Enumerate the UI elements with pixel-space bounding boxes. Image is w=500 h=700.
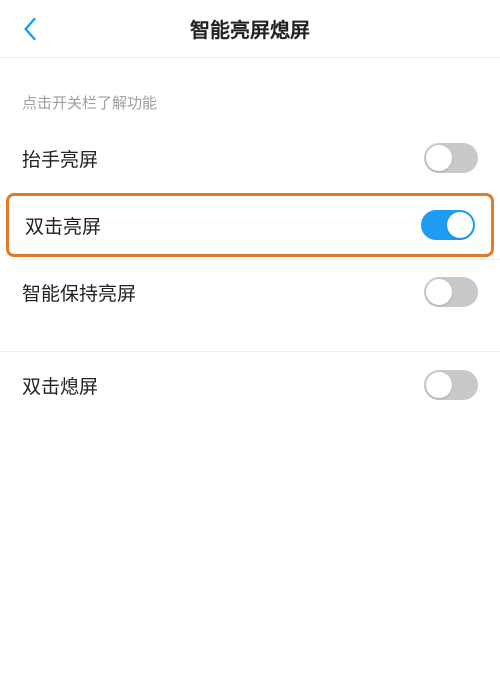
section-hint: 点击开关栏了解功能 — [0, 58, 500, 125]
toggle-double-tap-sleep[interactable] — [424, 370, 478, 400]
setting-label: 智能保持亮屏 — [22, 279, 136, 306]
chevron-left-icon — [23, 18, 37, 40]
setting-label: 双击熄屏 — [22, 372, 98, 399]
toggle-smart-stay[interactable] — [424, 277, 478, 307]
setting-label: 抬手亮屏 — [22, 145, 98, 172]
setting-raise-to-wake[interactable]: 抬手亮屏 — [0, 125, 500, 191]
toggle-knob — [447, 212, 473, 238]
toggle-knob — [426, 372, 452, 398]
header: 智能亮屏熄屏 — [0, 0, 500, 58]
settings-list-1: 抬手亮屏 双击亮屏 智能保持亮屏 — [0, 125, 500, 325]
setting-double-tap-wake[interactable]: 双击亮屏 — [6, 193, 494, 257]
toggle-knob — [426, 279, 452, 305]
setting-smart-stay[interactable]: 智能保持亮屏 — [0, 259, 500, 325]
group-spacer — [0, 325, 500, 351]
back-button[interactable] — [18, 17, 42, 41]
page-title: 智能亮屏熄屏 — [190, 14, 310, 43]
toggle-raise-to-wake[interactable] — [424, 143, 478, 173]
setting-double-tap-sleep[interactable]: 双击熄屏 — [0, 352, 500, 418]
settings-list-2: 双击熄屏 — [0, 351, 500, 418]
toggle-knob — [426, 145, 452, 171]
toggle-double-tap-wake[interactable] — [421, 210, 475, 240]
setting-label: 双击亮屏 — [25, 212, 101, 239]
